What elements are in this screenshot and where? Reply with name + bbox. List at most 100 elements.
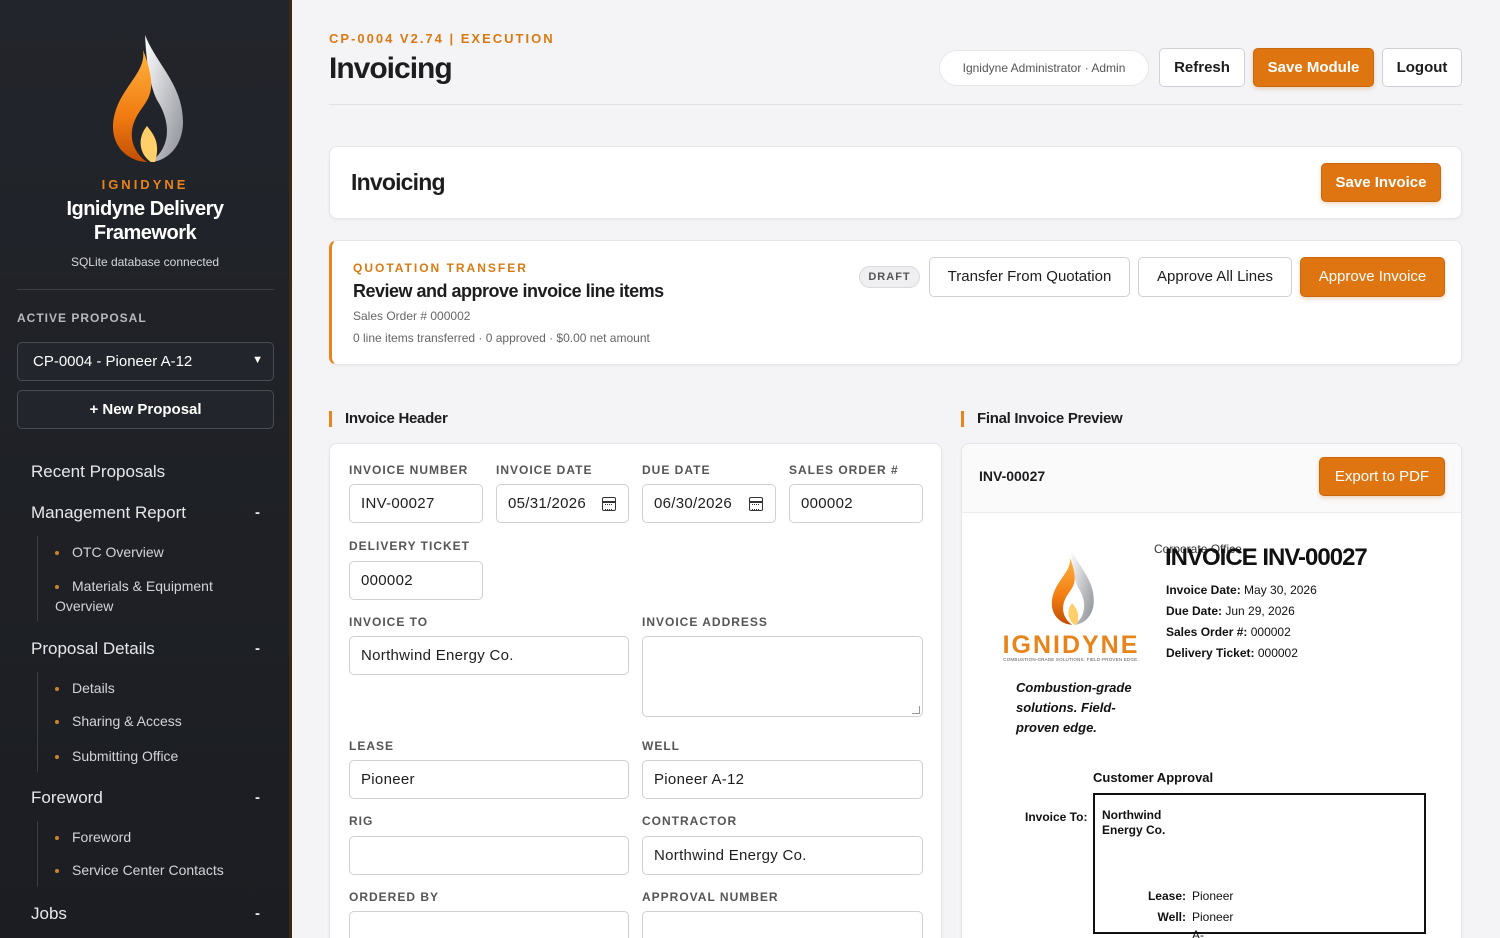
nav-foreword[interactable]: Foreword bbox=[31, 788, 103, 808]
page-title: Invoicing bbox=[329, 52, 453, 85]
nav-otc-overview[interactable]: OTC Overview bbox=[72, 542, 164, 562]
invoice-number-value: INV-00027 bbox=[361, 495, 435, 512]
nav-management-report[interactable]: Management Report bbox=[31, 503, 186, 523]
calendar-icon[interactable] bbox=[749, 497, 763, 511]
logo-wordmark: IGNIDYNE bbox=[1002, 631, 1140, 659]
bullet-icon bbox=[55, 755, 59, 759]
line-items-summary: 0 line items transferred · 0 approved · … bbox=[353, 331, 650, 345]
nav-proposal-details[interactable]: Proposal Details bbox=[31, 639, 155, 659]
customer-approval-box: Northwind Energy Co. Lease: Pioneer Well:… bbox=[1093, 793, 1426, 938]
delivery-ticket-input[interactable]: 000002 bbox=[349, 561, 483, 600]
refresh-button[interactable]: Refresh bbox=[1159, 48, 1245, 87]
invoice-date-input[interactable]: 05/31/2026 bbox=[496, 484, 629, 523]
active-proposal-value: CP-0004 - Pioneer A-12 bbox=[33, 353, 193, 370]
save-invoice-button[interactable]: Save Invoice bbox=[1321, 163, 1441, 202]
nav-recent-proposals[interactable]: Recent Proposals bbox=[31, 462, 165, 482]
rig-label: RIG bbox=[349, 814, 374, 828]
collapse-management-icon[interactable]: - bbox=[255, 504, 260, 521]
preview-invoice-id: INV-00027 bbox=[979, 468, 1046, 484]
transfer-from-quotation-button[interactable]: Transfer From Quotation bbox=[929, 257, 1130, 297]
invoice-title: INVOICE INV-00027 bbox=[1165, 544, 1368, 571]
well-key: Well: bbox=[1157, 910, 1186, 924]
invoicing-card-title: Invoicing bbox=[351, 169, 446, 195]
lease-value: Pioneer bbox=[361, 771, 415, 788]
quotation-transfer-label: QUOTATION TRANSFER bbox=[353, 261, 528, 275]
sales-order-text: Sales Order # 000002 bbox=[353, 309, 471, 323]
invoice-date-line: Invoice Date: May 30, 2026 bbox=[1166, 583, 1317, 597]
bullet-icon bbox=[55, 720, 59, 724]
due-date-value: 06/30/2026 bbox=[654, 495, 733, 512]
nav-submitting-office[interactable]: Submitting Office bbox=[72, 746, 178, 766]
flame-logo-icon bbox=[0, 30, 289, 170]
export-pdf-button[interactable]: Export to PDF bbox=[1319, 457, 1445, 496]
well-value: Pioneer A-12 bbox=[654, 771, 745, 788]
new-proposal-button[interactable]: + New Proposal bbox=[17, 390, 274, 429]
invoice-to-value: Northwind Energy Co. bbox=[361, 647, 514, 664]
bullet-icon bbox=[55, 551, 59, 555]
nav-jobs[interactable]: Jobs bbox=[31, 904, 67, 924]
save-module-button[interactable]: Save Module bbox=[1253, 48, 1374, 87]
header-divider bbox=[329, 104, 1462, 105]
customer-approval-heading: Customer Approval bbox=[1093, 770, 1214, 785]
invoice-number-label: INVOICE NUMBER bbox=[349, 463, 469, 477]
active-proposal-select[interactable]: CP-0004 - Pioneer A-12 ▼ bbox=[17, 342, 274, 381]
sales-order-input[interactable]: 000002 bbox=[789, 484, 923, 523]
collapse-proposal-icon[interactable]: - bbox=[255, 640, 260, 657]
ordered-by-input[interactable] bbox=[349, 911, 629, 938]
invoice-to-input[interactable]: Northwind Energy Co. bbox=[349, 636, 629, 675]
delivery-ticket-key: Delivery Ticket: bbox=[1166, 646, 1255, 660]
contractor-label: CONTRACTOR bbox=[642, 814, 738, 828]
due-date-label: DUE DATE bbox=[642, 463, 711, 477]
lease-label: LEASE bbox=[349, 739, 395, 753]
logo-subtext: COMBUSTION-GRADE SOLUTIONS. FIELD-PROVEN… bbox=[1003, 657, 1139, 662]
approval-number-input[interactable] bbox=[642, 911, 923, 938]
invoice-to-company: Northwind Energy Co. bbox=[1102, 808, 1166, 837]
approve-all-lines-button[interactable]: Approve All Lines bbox=[1138, 257, 1292, 297]
invoice-header-section-title: Invoice Header bbox=[329, 411, 448, 427]
bullet-icon bbox=[55, 687, 59, 691]
invoice-to-label: INVOICE TO bbox=[349, 615, 429, 629]
invoice-preview-card: INV-00027 Export to PDF IGNIDYNE COMBUST… bbox=[961, 443, 1462, 938]
delivery-ticket-value: 000002 bbox=[361, 572, 413, 589]
nav-tree-line bbox=[37, 672, 38, 772]
tagline: Combustion-grade solutions. Field-proven… bbox=[1016, 680, 1132, 735]
nav-tree-line bbox=[37, 821, 38, 887]
invoice-number-input[interactable]: INV-00027 bbox=[349, 484, 483, 523]
preview-header: INV-00027 Export to PDF bbox=[962, 444, 1461, 513]
final-invoice-preview-title: Final Invoice Preview bbox=[961, 411, 1123, 427]
logout-button[interactable]: Logout bbox=[1382, 48, 1462, 87]
calendar-icon[interactable] bbox=[602, 497, 616, 511]
nav-foreword-item[interactable]: Foreword bbox=[72, 827, 131, 847]
delivery-ticket-line: Delivery Ticket: 000002 bbox=[1166, 646, 1298, 660]
well-continued: A- bbox=[1192, 928, 1204, 938]
status-badge: DRAFT bbox=[859, 266, 920, 288]
flame-logo-icon bbox=[1051, 548, 1094, 625]
well-label: WELL bbox=[642, 739, 680, 753]
invoice-address-textarea[interactable] bbox=[642, 636, 923, 717]
collapse-jobs-icon[interactable]: - bbox=[255, 905, 260, 922]
invoice-date-value: 05/31/2026 bbox=[508, 495, 587, 512]
contractor-input[interactable]: Northwind Energy Co. bbox=[642, 836, 923, 875]
due-date-input[interactable]: 06/30/2026 bbox=[642, 484, 776, 523]
collapse-foreword-icon[interactable]: - bbox=[255, 789, 260, 806]
nav-details[interactable]: Details bbox=[72, 678, 115, 698]
resize-handle-icon[interactable] bbox=[912, 706, 920, 714]
lease-input[interactable]: Pioneer bbox=[349, 760, 629, 799]
approve-invoice-button[interactable]: Approve Invoice bbox=[1300, 257, 1445, 297]
invoice-address-label: INVOICE ADDRESS bbox=[642, 615, 768, 629]
quotation-transfer-card: QUOTATION TRANSFER Review and approve in… bbox=[329, 240, 1462, 365]
sales-order-label: SALES ORDER # bbox=[789, 463, 899, 477]
well-input[interactable]: Pioneer A-12 bbox=[642, 760, 923, 799]
rig-input[interactable] bbox=[349, 836, 629, 875]
breadcrumb: CP-0004 V2.74 | EXECUTION bbox=[329, 31, 555, 46]
quotation-transfer-title: Review and approve invoice line items bbox=[353, 281, 664, 301]
nav-service-center-contacts[interactable]: Service Center Contacts bbox=[72, 860, 224, 880]
bullet-icon bbox=[55, 869, 59, 873]
brand-name: IGNIDYNE bbox=[101, 177, 189, 192]
delivery-ticket-label: DELIVERY TICKET bbox=[349, 539, 471, 553]
sidebar-divider bbox=[17, 289, 274, 290]
main-content: CP-0004 V2.74 | EXECUTION Invoicing Igni… bbox=[292, 0, 1500, 938]
nav-materials-overview[interactable]: Materials & Equipment Overview bbox=[55, 576, 230, 616]
nav-sharing-access[interactable]: Sharing & Access bbox=[72, 711, 182, 731]
well-line: Well: Pioneer bbox=[1140, 910, 1234, 924]
